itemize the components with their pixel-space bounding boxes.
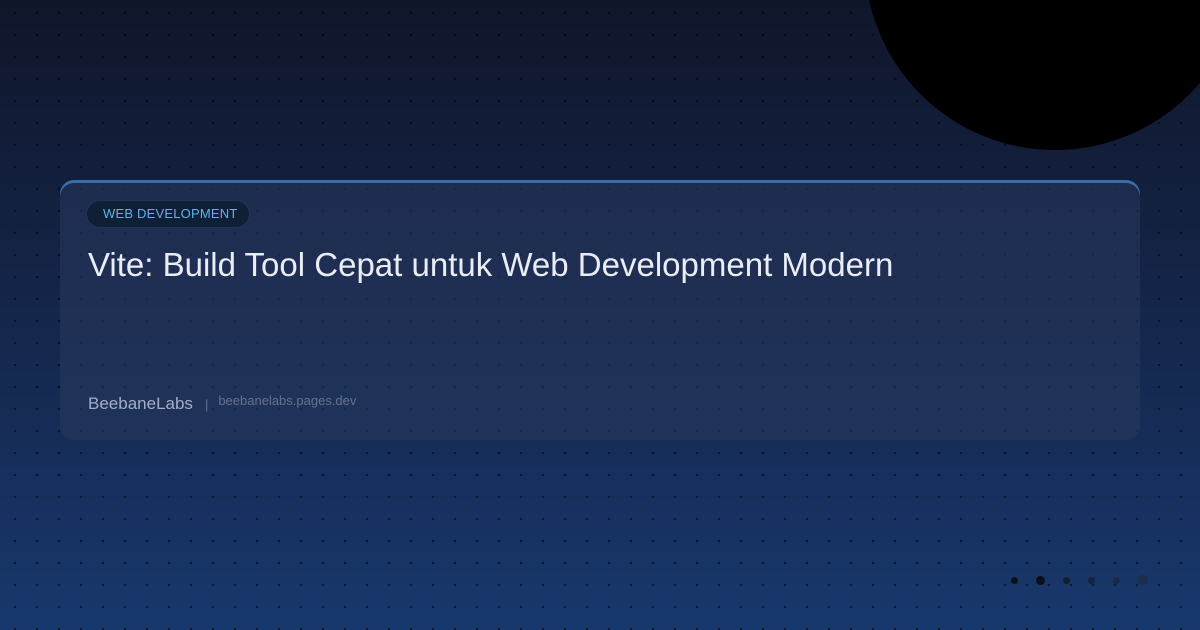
site-domain: beebanelabs.pages.dev [218, 393, 357, 408]
card-footer: BeebaneLabs | beebanelabs.pages.dev [88, 393, 357, 414]
article-card: WEB DEVELOPMENT Vite: Build Tool Cepat u… [60, 180, 1140, 440]
category-badge: WEB DEVELOPMENT [86, 200, 251, 228]
decorative-dot [1011, 576, 1018, 584]
decorative-dot [1036, 575, 1045, 585]
decorative-dots [1011, 575, 1166, 585]
decorative-dot [1088, 576, 1095, 584]
decorative-dot [1138, 575, 1148, 585]
brand-name: BeebaneLabs [88, 394, 193, 413]
footer-separator: | [204, 397, 209, 412]
decorative-dot [1063, 576, 1070, 584]
article-title: Vite: Build Tool Cepat untuk Web Develop… [88, 246, 894, 283]
decorative-dot [1113, 576, 1120, 584]
decorative-circle [865, 0, 1200, 150]
